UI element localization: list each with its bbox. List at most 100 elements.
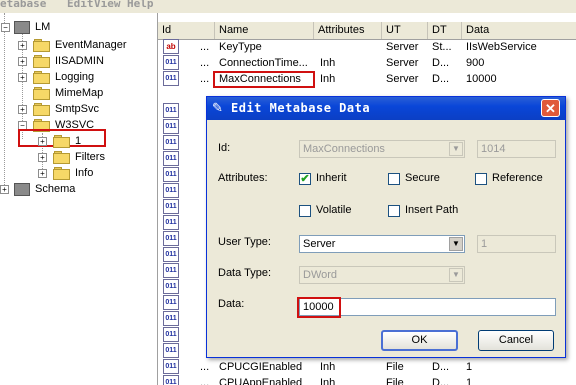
folder-icon <box>53 135 70 148</box>
string-type-icon: ab <box>163 39 179 54</box>
cell-data: 1 <box>466 361 473 373</box>
dialog-title-bar[interactable]: ✎ Edit Metabase Data ✕ <box>207 97 565 120</box>
expand-icon[interactable]: + <box>38 169 47 178</box>
folder-icon <box>53 167 70 180</box>
table-row[interactable]: 011 ... CPUAppEnabled Inh File D... 1 <box>158 375 576 385</box>
folder-icon <box>53 151 70 164</box>
reference-label: Reference <box>492 172 543 184</box>
cell-name: KeyType <box>219 41 262 53</box>
dword-type-icon: 011 <box>163 55 179 70</box>
cell-ut: File <box>386 377 404 385</box>
table-row[interactable]: 011 ... ConnectionTime... Inh Server D..… <box>158 55 576 71</box>
computer-icon <box>14 21 30 34</box>
table-row[interactable]: 011 ... CPUCGIEnabled Inh File D... 1 <box>158 359 576 375</box>
dword-type-icon: 011 <box>163 215 179 230</box>
insert-path-checkbox[interactable] <box>388 205 400 217</box>
reference-checkbox[interactable] <box>475 173 487 185</box>
id-label: Id: <box>218 142 231 154</box>
cell-data: IIsWebService <box>466 41 537 53</box>
chevron-down-icon[interactable]: ▼ <box>449 237 463 251</box>
column-header-attributes[interactable]: Attributes <box>314 22 382 39</box>
dword-type-icon: 011 <box>163 375 179 385</box>
maxconnections-highlight-box <box>213 71 315 88</box>
collapse-icon[interactable]: − <box>1 23 10 32</box>
attributes-label: Attributes: <box>218 172 268 184</box>
menu-edit[interactable]: Edit <box>67 0 94 10</box>
secure-checkbox[interactable] <box>388 173 400 185</box>
ok-button[interactable]: OK <box>381 330 458 351</box>
metabase-tree[interactable]: − LM + EventManager + IISADMIN + Logging… <box>0 13 158 385</box>
cell-dt: D... <box>432 57 450 69</box>
cell-data: 1 <box>466 377 473 385</box>
expand-icon[interactable]: + <box>18 57 27 66</box>
dword-type-icon: 011 <box>163 311 179 326</box>
insert-path-label: Insert Path <box>405 204 459 216</box>
dword-type-icon: 011 <box>163 71 179 86</box>
cell-id: ... <box>200 41 210 53</box>
menu-metabase[interactable]: etabase <box>0 0 46 10</box>
cell-name: ConnectionTime... <box>219 57 308 69</box>
cell-attributes: Inh <box>320 73 336 85</box>
dword-type-icon: 011 <box>163 279 179 294</box>
inherit-label: Inherit <box>316 172 347 184</box>
cell-attributes: Inh <box>320 57 336 69</box>
edit-icon: ✎ <box>212 100 223 115</box>
tree-item-label: Logging <box>55 71 95 83</box>
cell-attributes: Inh <box>320 361 336 373</box>
user-type-label: User Type: <box>218 236 271 248</box>
menu-view[interactable]: View <box>94 0 121 10</box>
folder-icon <box>33 39 50 52</box>
column-header-id[interactable]: Id <box>158 22 215 39</box>
dword-type-icon: 011 <box>163 119 179 134</box>
cancel-button[interactable]: Cancel <box>478 330 554 351</box>
data-type-value: DWord <box>303 269 338 281</box>
dword-type-icon: 011 <box>163 295 179 310</box>
cell-ut: Server <box>386 41 419 53</box>
cell-data: 900 <box>466 57 485 69</box>
list-header: Id Name Attributes UT DT Data <box>158 22 576 40</box>
tree-item-label: SmtpSvc <box>55 103 100 115</box>
table-row[interactable]: ab ... KeyType Server St... IIsWebServic… <box>158 39 576 55</box>
data-type-select: DWord ▼ <box>299 266 465 284</box>
id-number-value: 1014 <box>481 143 506 155</box>
cell-id: ... <box>200 57 210 69</box>
inherit-checkbox[interactable]: ✔ <box>299 173 311 185</box>
dword-type-icon: 011 <box>163 183 179 198</box>
chevron-down-icon: ▼ <box>449 268 463 282</box>
folder-icon <box>33 71 50 84</box>
column-header-data[interactable]: Data <box>462 22 576 39</box>
expand-icon[interactable]: + <box>38 137 47 146</box>
user-type-select[interactable]: Server ▼ <box>299 235 465 253</box>
cell-dt: D... <box>432 377 450 385</box>
tree-item-label: LM <box>35 21 51 33</box>
cell-attributes: Inh <box>320 377 336 385</box>
volatile-checkbox[interactable] <box>299 205 311 217</box>
dword-type-icon: 011 <box>163 231 179 246</box>
cell-name: CPUAppEnabled <box>219 377 303 385</box>
cell-id: ... <box>200 73 210 85</box>
volatile-label: Volatile <box>316 204 352 216</box>
folder-icon <box>33 87 50 100</box>
cell-id: ... <box>200 361 210 373</box>
expand-icon[interactable]: + <box>18 73 27 82</box>
user-type-value: Server <box>303 238 336 250</box>
expand-icon[interactable]: + <box>18 41 27 50</box>
tree-item-label: 1 <box>75 135 82 147</box>
dword-type-icon: 011 <box>163 343 179 358</box>
expand-icon[interactable]: + <box>38 153 47 162</box>
tree-item-label: MimeMap <box>55 87 104 99</box>
folder-icon <box>33 103 50 116</box>
expand-icon[interactable]: + <box>0 185 9 194</box>
chevron-down-icon: ▼ <box>449 142 463 156</box>
expand-icon[interactable]: + <box>18 105 27 114</box>
dword-type-icon: 011 <box>163 151 179 166</box>
column-header-ut[interactable]: UT <box>382 22 428 39</box>
data-value-highlight-box <box>297 297 341 318</box>
column-header-dt[interactable]: DT <box>428 22 462 39</box>
menu-help[interactable]: Help <box>127 0 154 10</box>
tree-item-label: IISADMIN <box>55 55 104 67</box>
cell-dt: St... <box>432 41 452 53</box>
id-name-combo: MaxConnections ▼ <box>299 140 465 158</box>
close-button[interactable]: ✕ <box>541 99 560 117</box>
column-header-name[interactable]: Name <box>215 22 314 39</box>
